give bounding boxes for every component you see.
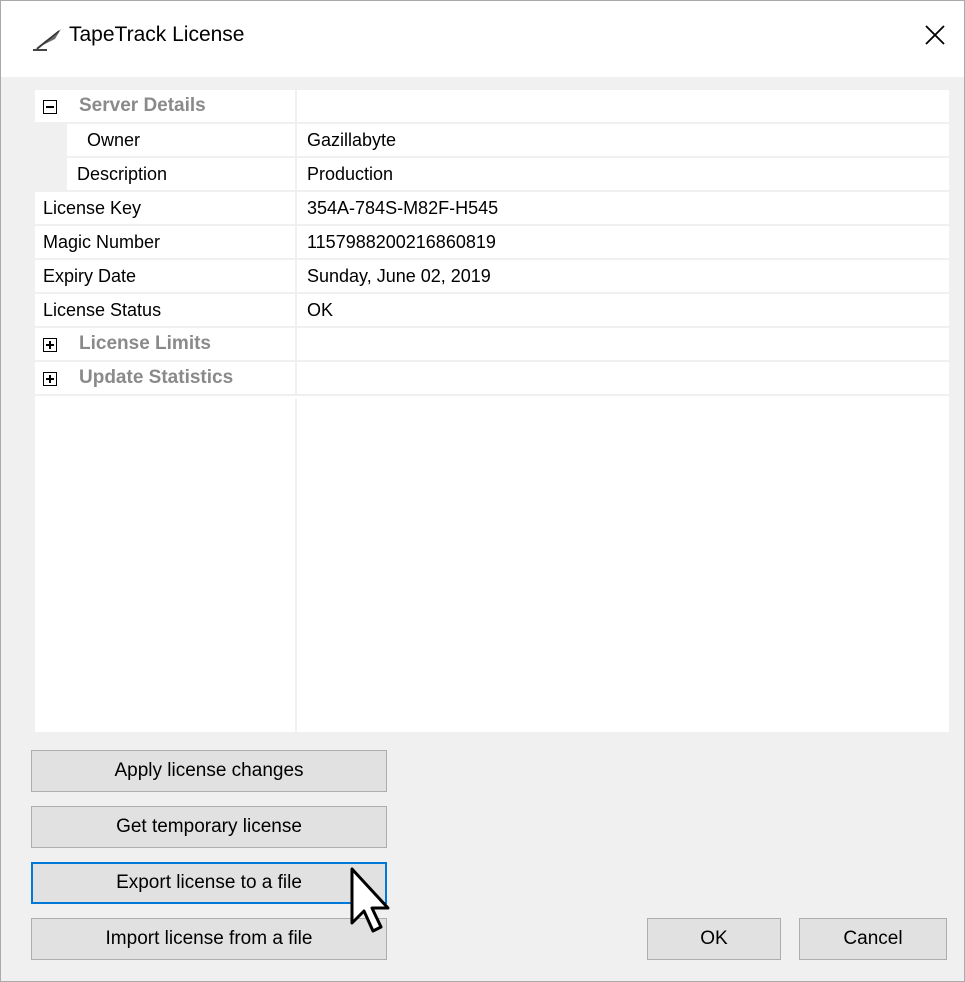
property-value[interactable]: Gazillabyte [297,124,949,156]
apply-license-changes-button[interactable]: Apply license changes [31,750,387,792]
mouse-pointer-icon [350,867,390,933]
category-license-limits-name: License Limits [35,328,295,360]
property-value[interactable]: 1157988200216860819 [297,226,949,258]
category-value [297,90,949,122]
category-server-details-name: Server Details [35,90,295,122]
category-license-limits[interactable]: License Limits [35,328,949,362]
property-name: License Key [35,192,295,224]
import-license-button[interactable]: Import license from a file [31,918,387,960]
license-dialog: TapeTrack License Server Details Owner G… [0,0,965,982]
tapetrack-feather-icon [33,29,61,51]
expand-icon[interactable] [43,338,57,352]
category-label: License Limits [79,333,211,354]
category-update-statistics-name: Update Statistics [35,362,295,394]
property-row-expiry-date[interactable]: Expiry Date Sunday, June 02, 2019 [35,260,949,294]
category-update-statistics[interactable]: Update Statistics [35,362,949,396]
property-row-description[interactable]: Description Production [35,158,949,192]
title-bar: TapeTrack License [1,1,964,77]
property-row-magic-number[interactable]: Magic Number 1157988200216860819 [35,226,949,260]
property-value[interactable]: Sunday, June 02, 2019 [297,260,949,292]
property-name: Description [35,158,295,190]
export-license-button[interactable]: Export license to a file [31,862,387,904]
property-value[interactable]: OK [297,294,949,326]
property-row-license-status[interactable]: License Status OK [35,294,949,328]
close-icon [925,25,945,45]
cancel-button[interactable]: Cancel [799,918,947,960]
property-name: License Status [35,294,295,326]
category-server-details[interactable]: Server Details [35,90,949,124]
ok-button[interactable]: OK [647,918,781,960]
category-label: Update Statistics [79,367,234,388]
property-name: Expiry Date [35,260,295,292]
property-row-license-key[interactable]: License Key 354A-784S-M82F-H545 [35,192,949,226]
property-name: Owner [35,124,295,156]
property-name: Magic Number [35,226,295,258]
property-value[interactable]: Production [297,158,949,190]
expand-icon[interactable] [43,372,57,386]
get-temporary-license-button[interactable]: Get temporary license [31,806,387,848]
property-value[interactable]: 354A-784S-M82F-H545 [297,192,949,224]
category-value [297,328,949,360]
collapse-icon[interactable] [43,100,57,114]
category-value [297,362,949,394]
close-button[interactable] [907,7,963,63]
category-label: Server Details [79,95,206,116]
property-row-owner[interactable]: Owner Gazillabyte [35,124,949,158]
property-grid[interactable]: Server Details Owner Gazillabyte Descrip… [35,90,949,732]
column-divider[interactable] [295,399,297,732]
window-title: TapeTrack License [69,23,245,46]
